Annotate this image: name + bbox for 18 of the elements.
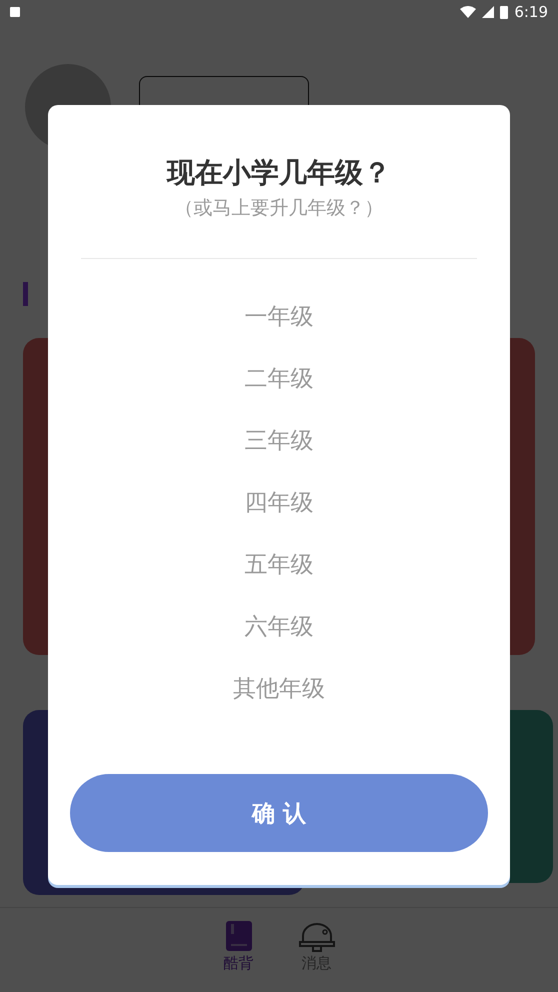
- mailbox-icon: [298, 920, 334, 952]
- section-marker: [23, 282, 28, 306]
- grade-option[interactable]: 四年级: [234, 483, 324, 523]
- status-time: 6:19: [514, 3, 548, 21]
- confirm-button[interactable]: 确 认: [70, 774, 488, 852]
- nav-tab[interactable]: 酷背: [224, 920, 254, 992]
- wifi-icon: [460, 6, 476, 18]
- battery-icon: [500, 5, 508, 19]
- dialog-title: 现在小学几年级？: [167, 155, 391, 191]
- grade-option[interactable]: 五年级: [234, 545, 324, 585]
- grade-option[interactable]: 一年级: [234, 297, 324, 337]
- book-icon: [224, 920, 252, 952]
- dialog-subtitle: （或马上要升几年级？）: [174, 196, 384, 221]
- grade-option[interactable]: 二年级: [234, 359, 324, 399]
- grade-option[interactable]: 三年级: [234, 421, 324, 461]
- signal-icon: [482, 6, 494, 18]
- grade-option[interactable]: 六年级: [234, 607, 324, 647]
- grade-option[interactable]: 其他年级: [223, 669, 335, 709]
